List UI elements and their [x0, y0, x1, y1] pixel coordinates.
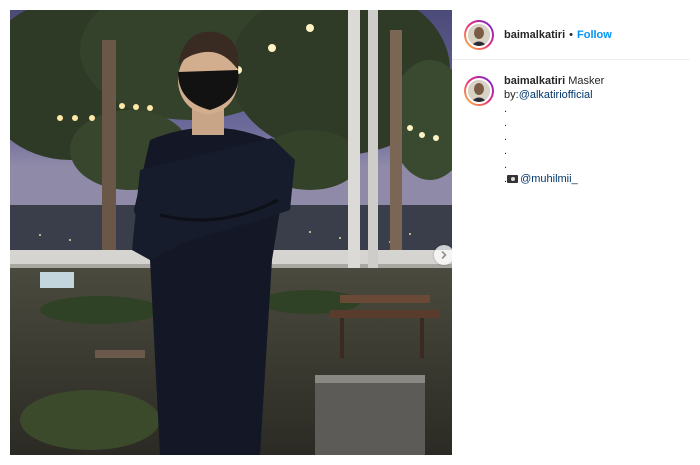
- mention-muhilmii[interactable]: @muhilmii_: [520, 173, 578, 185]
- caption-body: Masker: [568, 75, 605, 87]
- caption-dot-line: .: [504, 131, 508, 143]
- post-photo[interactable]: [10, 10, 452, 455]
- caption-dot-line: .: [504, 117, 508, 129]
- camera-icon: [507, 175, 519, 184]
- post-sidebar: baimalkatiri • Follow baimalkatiri Maske…: [452, 10, 690, 455]
- photo-scene: [10, 10, 452, 455]
- caption-avatar[interactable]: [464, 76, 494, 106]
- caption-text: baimalkatiri Masker by:@alkatiriofficial…: [504, 74, 604, 186]
- mention-alkatiriofficial[interactable]: @alkatiriofficial: [519, 89, 593, 101]
- separator-dot: •: [569, 28, 573, 41]
- avatar[interactable]: [464, 19, 494, 50]
- caption-dot-line: .: [504, 145, 508, 157]
- next-photo-button[interactable]: [434, 245, 452, 265]
- post-header: baimalkatiri • Follow: [452, 10, 690, 60]
- header-username[interactable]: baimalkatiri: [504, 29, 565, 41]
- chevron-right-icon: [441, 251, 447, 259]
- caption-username[interactable]: baimalkatiri: [504, 75, 565, 87]
- caption-dot-line: .: [504, 103, 508, 115]
- caption-avatar-image: [466, 78, 492, 104]
- caption-dot-line: .: [504, 159, 508, 171]
- avatar-image: [466, 21, 492, 48]
- caption-by-prefix: by:: [504, 89, 519, 101]
- caption-comment: baimalkatiri Masker by:@alkatiriofficial…: [452, 60, 690, 186]
- instagram-post: baimalkatiri • Follow baimalkatiri Maske…: [0, 0, 700, 465]
- follow-button[interactable]: Follow: [577, 29, 612, 41]
